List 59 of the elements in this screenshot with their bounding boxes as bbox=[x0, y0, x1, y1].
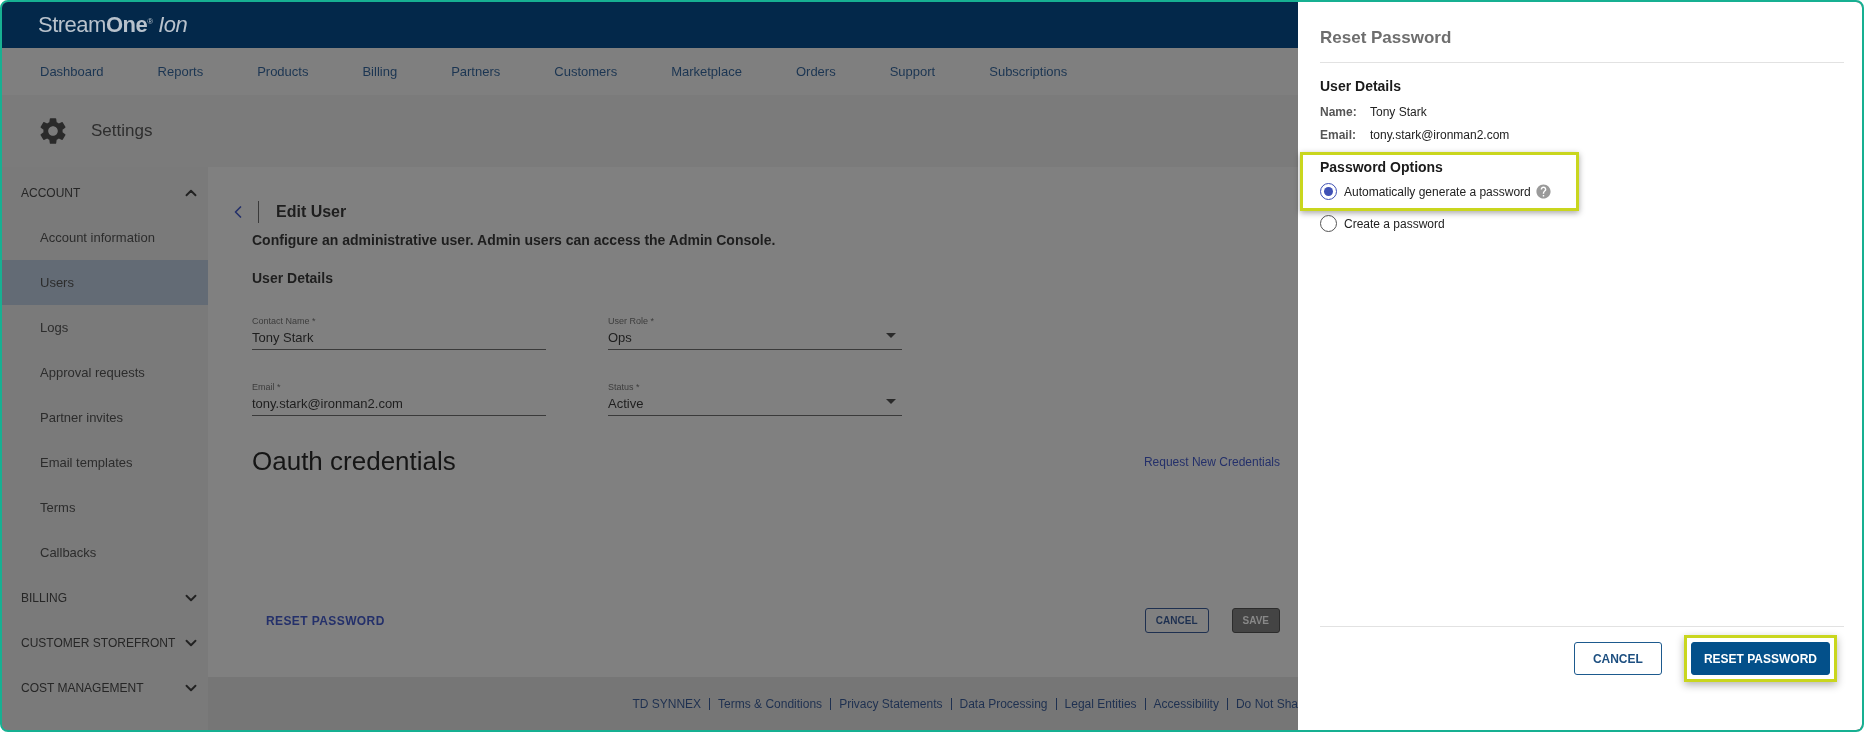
sidebar-item[interactable]: Email templates bbox=[2, 440, 208, 485]
request-credentials-link[interactable]: Request New Credentials bbox=[1143, 454, 1280, 469]
reset-password-link[interactable]: RESET PASSWORD bbox=[266, 613, 385, 628]
nav-item[interactable]: Subscriptions bbox=[989, 64, 1068, 79]
nav-item[interactable]: Orders bbox=[795, 64, 836, 79]
radio-option[interactable]: Automatically generate a password bbox=[1320, 179, 1552, 204]
oauth-title: Oauth credentials bbox=[252, 446, 456, 477]
footer-link[interactable]: Legal Entities bbox=[1055, 697, 1145, 710]
sidebar-item[interactable]: Terms bbox=[2, 485, 208, 530]
sidebar-item[interactable]: Approval requests bbox=[2, 350, 208, 395]
sidebar-item[interactable]: Users bbox=[2, 260, 208, 305]
cancel-button[interactable]: CANCEL bbox=[1573, 642, 1662, 675]
sidebar-item[interactable]: Partner invites bbox=[2, 395, 208, 440]
dropdown-caret-icon bbox=[886, 399, 896, 404]
footer-link[interactable]: Privacy Statements bbox=[830, 697, 951, 710]
logo: StreamOne$^{®}$ Ion bbox=[38, 12, 188, 38]
section-label: BILLING bbox=[21, 590, 68, 605]
section-label: CUSTOMER STOREFRONT bbox=[21, 635, 176, 650]
reset-password-button[interactable]: RESET PASSWORD bbox=[1690, 642, 1830, 675]
footer-link[interactable]: TD SYNNEX bbox=[624, 697, 710, 710]
select-field[interactable]: Status * Active bbox=[608, 370, 902, 416]
nav-item[interactable]: Partners bbox=[451, 64, 501, 79]
nav-item[interactable]: Dashboard bbox=[40, 64, 104, 79]
section-label: ACCOUNT bbox=[21, 185, 81, 200]
nav-item[interactable]: Billing bbox=[362, 64, 398, 79]
nav-item[interactable]: Support bbox=[889, 64, 936, 79]
radio-option[interactable]: Create a password bbox=[1320, 211, 1445, 236]
sidebar-item[interactable]: Logs bbox=[2, 305, 208, 350]
sidebar-section[interactable]: ACCOUNT bbox=[2, 170, 208, 215]
input-field[interactable]: Email * tony.stark@ironman2.com bbox=[252, 370, 546, 416]
cancel-button[interactable]: CANCEL bbox=[1144, 608, 1209, 633]
detail-label: Email: bbox=[1320, 127, 1357, 142]
sidebar-section[interactable]: COST MANAGEMENT bbox=[2, 665, 208, 710]
options-title: Password Options bbox=[1320, 159, 1444, 175]
nav-item[interactable]: Reports bbox=[157, 64, 204, 79]
section-title: User Details bbox=[1320, 78, 1402, 94]
section-label: COST MANAGEMENT bbox=[21, 680, 144, 695]
detail-label: Name: bbox=[1320, 104, 1358, 119]
nav-item[interactable]: Customers bbox=[554, 64, 618, 79]
page-title: Settings bbox=[91, 121, 153, 141]
help-icon[interactable] bbox=[1534, 183, 1552, 200]
detail-value: Tony Stark bbox=[1370, 104, 1427, 119]
footer-link[interactable]: Terms & Conditions bbox=[709, 697, 831, 710]
section-title: User Details bbox=[252, 270, 334, 286]
footer-link[interactable]: Accessibility bbox=[1144, 697, 1227, 710]
detail-value: tony.stark@ironman2.com bbox=[1370, 127, 1510, 142]
sidebar-section[interactable]: CUSTOMER STOREFRONT bbox=[2, 620, 208, 665]
footer-link[interactable]: Data Processing bbox=[950, 697, 1056, 710]
description: Configure an administrative user. Admin users can access the Admin Console. bbox=[252, 232, 777, 248]
sidebar-item[interactable]: Account information bbox=[2, 215, 208, 260]
drawer-title: Reset Password bbox=[1320, 2, 1844, 63]
select-field[interactable]: User Role * Ops bbox=[608, 304, 902, 350]
sidebar-section[interactable]: BILLING bbox=[2, 575, 208, 620]
nav-item[interactable]: Products bbox=[257, 64, 309, 79]
nav-item[interactable]: Marketplace bbox=[671, 64, 742, 79]
sidebar-item[interactable]: Callbacks bbox=[2, 530, 208, 575]
edit-user-title: Edit User bbox=[276, 203, 347, 221]
dropdown-caret-icon bbox=[886, 333, 896, 338]
input-field[interactable]: Contact Name * Tony Stark bbox=[252, 304, 546, 350]
